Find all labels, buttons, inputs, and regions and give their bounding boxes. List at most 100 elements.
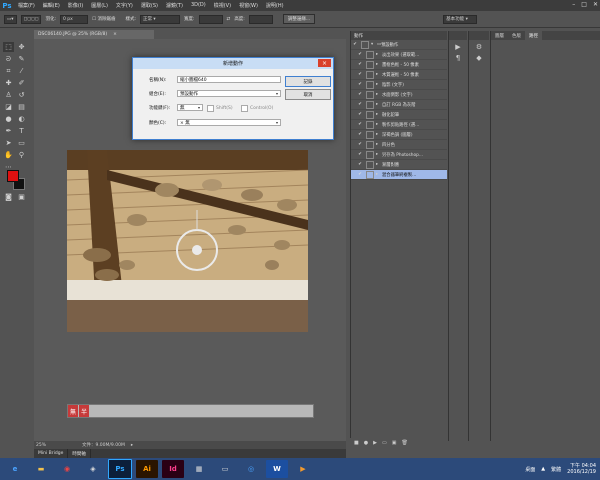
- history-brush-icon[interactable]: ↺: [16, 90, 27, 100]
- menu-item-5[interactable]: 選取(S): [137, 2, 162, 9]
- toggle-item-check-icon[interactable]: ✔: [356, 112, 364, 117]
- action-row[interactable]: ✔ ▸ 陰影 (文字): [351, 80, 447, 90]
- action-row[interactable]: ✔ ▸ 四分色: [351, 140, 447, 150]
- toggle-item-check-icon[interactable]: ✔: [356, 82, 364, 87]
- function-key-select[interactable]: 無 ▾: [177, 104, 203, 111]
- explorer-icon[interactable]: ▬: [30, 460, 52, 478]
- toggle-item-check-icon[interactable]: ✔: [356, 142, 364, 147]
- toggle-item-check-icon[interactable]: ✔: [356, 102, 364, 107]
- app-icon[interactable]: ◈: [82, 460, 104, 478]
- color-select[interactable]: × 無 ▾: [177, 119, 281, 126]
- zoom-level[interactable]: 25%: [36, 443, 46, 448]
- paragraph-dock-icon[interactable]: ¶: [449, 54, 467, 62]
- marquee-tool-icon[interactable]: ⬚: [3, 42, 14, 52]
- photoshop-taskbar-icon[interactable]: Ps: [108, 459, 132, 479]
- healing-brush-icon[interactable]: ✚: [3, 78, 14, 88]
- action-name-input[interactable]: 縮小圖檔640: [177, 76, 281, 83]
- minimize-icon[interactable]: –: [572, 1, 575, 8]
- marquee-tool-preset[interactable]: ▭▾: [4, 14, 17, 24]
- width-input[interactable]: [198, 14, 223, 24]
- tab-layers[interactable]: 圖層: [491, 31, 508, 40]
- crop-tool-icon[interactable]: ⌗: [3, 66, 14, 76]
- dialog-toggle-box[interactable]: [361, 40, 369, 49]
- dodge-tool-icon[interactable]: ◐: [16, 114, 27, 124]
- status-arrow-icon[interactable]: ▸: [131, 443, 133, 448]
- toggle-item-check-icon[interactable]: ✔: [351, 42, 359, 47]
- maximize-icon[interactable]: □: [581, 1, 587, 8]
- document-image[interactable]: [67, 150, 308, 332]
- menu-item-9[interactable]: 視窗(W): [235, 2, 262, 9]
- dialog-toggle-box[interactable]: [366, 160, 374, 169]
- ime-indicator[interactable]: 繁體: [551, 466, 561, 473]
- action-row[interactable]: ✔ ▸ 製作剪貼路徑 (選...: [351, 120, 447, 130]
- 3d-dock-icon[interactable]: ◆: [469, 54, 489, 62]
- cancel-button[interactable]: 取消: [285, 89, 331, 100]
- dialog-toggle-box[interactable]: [366, 150, 374, 159]
- close-document-icon[interactable]: ×: [113, 32, 117, 37]
- dialog-close-icon[interactable]: ×: [318, 59, 331, 67]
- antialias-checkbox[interactable]: ☐ 消除鋸齒: [92, 16, 115, 22]
- menu-item-3[interactable]: 圖層(L): [87, 2, 112, 9]
- brush-tool-icon[interactable]: ✐: [16, 78, 27, 88]
- move-tool-icon[interactable]: ✥: [16, 42, 27, 52]
- type-tool-icon[interactable]: T: [16, 126, 27, 136]
- dialog-toggle-box[interactable]: [366, 60, 374, 69]
- window-icon[interactable]: ▭: [214, 460, 236, 478]
- media-icon[interactable]: ◎: [240, 460, 262, 478]
- foreground-color-swatch[interactable]: [7, 170, 19, 182]
- action-row[interactable]: ✔ ▾ ▭ 預設動作: [351, 40, 447, 50]
- desktop-label[interactable]: 桌面: [525, 466, 535, 473]
- zoom-tool-icon[interactable]: ⚲: [16, 150, 27, 160]
- menu-item-1[interactable]: 編輯(E): [39, 2, 64, 9]
- new-set-icon[interactable]: ▭: [382, 440, 387, 446]
- close-icon[interactable]: ✕: [593, 1, 598, 8]
- play-icon[interactable]: ▶: [373, 440, 377, 446]
- action-tag-half[interactable]: 半: [79, 405, 89, 417]
- workspace-select[interactable]: 基本功能 ▾: [443, 14, 478, 24]
- photos-icon[interactable]: ▦: [188, 460, 210, 478]
- tab-paths[interactable]: 路徑: [525, 31, 542, 40]
- toggle-item-check-icon[interactable]: ✔: [356, 122, 364, 127]
- toggle-item-check-icon[interactable]: ✔: [356, 72, 364, 77]
- screen-mode-icon[interactable]: ▣: [16, 192, 27, 202]
- gradient-tool-icon[interactable]: ▤: [16, 102, 27, 112]
- action-row[interactable]: ✔ ▸ 深褐色調 (圖層): [351, 130, 447, 140]
- dialog-toggle-box[interactable]: [366, 170, 374, 179]
- menu-item-10[interactable]: 說明(H): [262, 2, 288, 9]
- quick-select-icon[interactable]: ✎: [16, 54, 27, 64]
- action-row[interactable]: ✔ ▸ 融化鉛筆: [351, 110, 447, 120]
- dialog-toggle-box[interactable]: [366, 110, 374, 119]
- tab-channels[interactable]: 色版: [508, 31, 525, 40]
- dialog-toggle-box[interactable]: [366, 100, 374, 109]
- shape-tool-icon[interactable]: ▭: [16, 138, 27, 148]
- action-row[interactable]: ✔ ▸ 自訂 RGB 為灰階: [351, 100, 447, 110]
- shift-checkbox[interactable]: Shift(S): [207, 105, 233, 112]
- lasso-tool-icon[interactable]: ᘐ: [3, 54, 14, 64]
- tab-mini-bridge[interactable]: Mini Bridge: [34, 449, 69, 458]
- clock[interactable]: 下午 04:04 2016/12/19: [567, 463, 596, 475]
- toggle-item-check-icon[interactable]: ✔: [356, 132, 364, 137]
- action-tag-none[interactable]: 無: [68, 405, 78, 417]
- action-row[interactable]: ✔ ▸ 淡出效果 (選取範...: [351, 50, 447, 60]
- control-checkbox[interactable]: Control(O): [241, 105, 273, 112]
- eyedropper-icon[interactable]: ⁄: [16, 66, 27, 76]
- refine-edge-button[interactable]: 調整邊緣...: [282, 14, 316, 24]
- path-select-icon[interactable]: ➤: [3, 138, 14, 148]
- quick-mask-icon[interactable]: ◙: [3, 192, 14, 202]
- menu-item-4[interactable]: 文字(Y): [112, 2, 137, 9]
- blur-tool-icon[interactable]: ●: [3, 114, 14, 124]
- action-row[interactable]: ✔ ▸ 水面倒影 (文字): [351, 90, 447, 100]
- action-row[interactable]: ✔ ▸ 混合器筆刷複製...: [351, 170, 447, 180]
- set-select[interactable]: 預設動作 ▾: [177, 90, 281, 97]
- height-input[interactable]: [248, 14, 273, 24]
- selection-mode-icons[interactable]: ◻◻◻◻: [20, 14, 42, 24]
- toggle-item-check-icon[interactable]: ✔: [356, 52, 364, 57]
- network-icon[interactable]: ▲: [541, 466, 545, 472]
- toggle-item-check-icon[interactable]: ✔: [356, 62, 364, 67]
- action-row[interactable]: ✔ ▸ 漸層對應: [351, 160, 447, 170]
- new-action-icon[interactable]: ▣: [392, 440, 397, 446]
- clone-stamp-icon[interactable]: ♙: [3, 90, 14, 100]
- toggle-item-check-icon[interactable]: ✔: [356, 172, 364, 177]
- hand-tool-icon[interactable]: ✋: [3, 150, 14, 160]
- toggle-item-check-icon[interactable]: ✔: [356, 152, 364, 157]
